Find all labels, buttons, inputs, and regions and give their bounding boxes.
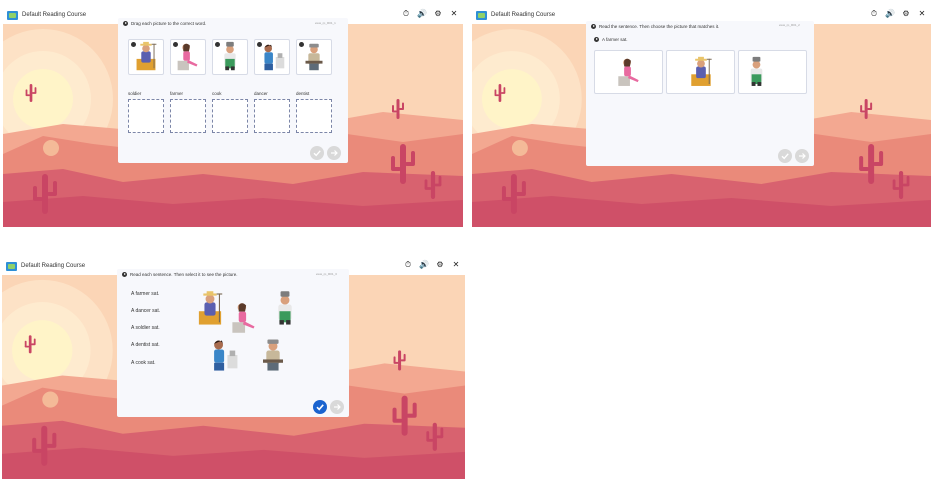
- word-label: dancer: [254, 91, 268, 96]
- activity-panel: Drag each picture to the correct word. e…: [118, 18, 348, 163]
- dancer-illustration: [618, 58, 639, 86]
- speaker-icon[interactable]: [122, 272, 127, 277]
- picture-card-farmer[interactable]: [128, 39, 164, 75]
- volume-icon[interactable]: 🔊: [419, 260, 429, 270]
- picture-card-dentist[interactable]: [254, 39, 290, 75]
- speaker-icon[interactable]: [173, 42, 178, 47]
- screen-select-sentence: Default Reading Course ⏱ 🔊 ⚙ ✕ Read each…: [2, 257, 465, 479]
- picture-card-soldier[interactable]: [296, 39, 332, 75]
- next-arrow-icon: [799, 153, 806, 159]
- next-arrow-icon: [331, 150, 338, 156]
- settings-gear-icon[interactable]: ⚙: [435, 260, 445, 270]
- sentence-option[interactable]: A dancer sat.: [131, 308, 160, 314]
- dancer-illustration: [232, 303, 255, 333]
- check-answer-button[interactable]: [313, 400, 327, 414]
- speaker-icon[interactable]: [215, 42, 220, 47]
- speaker-icon[interactable]: [123, 21, 128, 26]
- drop-zone[interactable]: [170, 99, 206, 133]
- speaker-icon[interactable]: [131, 42, 136, 47]
- cook-illustration: [750, 56, 763, 86]
- timer-icon[interactable]: ⏱: [401, 9, 411, 19]
- settings-gear-icon[interactable]: ⚙: [901, 9, 911, 19]
- instruction-text: Drag each picture to the correct word.: [131, 21, 207, 26]
- course-logo: [7, 10, 18, 20]
- instruction-text: Read each sentence. Then select it to se…: [130, 272, 238, 277]
- course-logo: [476, 10, 487, 20]
- speaker-icon[interactable]: [594, 37, 599, 42]
- next-arrow-icon: [334, 404, 341, 410]
- instruction-text: Read the sentence. Then choose the pictu…: [599, 24, 720, 29]
- sentence-option[interactable]: A soldier sat.: [131, 325, 160, 331]
- item-code: eww_rp_R01_2: [779, 23, 800, 27]
- speaker-icon[interactable]: [257, 42, 262, 47]
- timer-icon[interactable]: ⏱: [869, 9, 879, 19]
- sentence-option[interactable]: A farmer sat.: [131, 291, 159, 297]
- screen-drag-activity: Default Reading Course ⏱ 🔊 ⚙ ✕ Drag each…: [3, 6, 463, 227]
- farmer-illustration: [691, 56, 712, 86]
- picture-card-dancer[interactable]: [170, 39, 206, 75]
- sentence-text: A farmer sat.: [602, 37, 628, 42]
- word-label: farmer: [170, 91, 184, 96]
- course-title: Default Reading Course: [21, 263, 86, 269]
- close-icon[interactable]: ✕: [451, 260, 461, 270]
- check-icon: [316, 404, 324, 411]
- drop-zone[interactable]: [212, 99, 248, 133]
- volume-icon[interactable]: 🔊: [885, 9, 895, 19]
- picture-card-cook[interactable]: [212, 39, 248, 75]
- drop-zone[interactable]: [128, 99, 164, 133]
- word-label: dentist: [296, 91, 310, 96]
- instruction-row: Drag each picture to the correct word.: [123, 21, 206, 26]
- activity-panel: Read each sentence. Then select it to se…: [117, 269, 349, 417]
- volume-icon[interactable]: 🔊: [417, 9, 427, 19]
- next-button[interactable]: [330, 400, 344, 414]
- close-icon[interactable]: ✕: [449, 9, 459, 19]
- speaker-icon[interactable]: [299, 42, 304, 47]
- close-icon[interactable]: ✕: [917, 9, 927, 19]
- sentence-option[interactable]: A dentist sat.: [131, 342, 160, 348]
- drop-zone[interactable]: [254, 99, 290, 133]
- dentist-illustration: [214, 340, 238, 371]
- word-label: soldier: [128, 91, 142, 96]
- course-title: Default Reading Course: [491, 12, 556, 18]
- course-title: Default Reading Course: [22, 12, 87, 18]
- sentence-option[interactable]: A cook sat.: [131, 360, 155, 366]
- activity-panel: Read the sentence. Then choose the pictu…: [586, 21, 814, 166]
- check-answer-button[interactable]: [778, 149, 792, 163]
- word-label: cook: [212, 91, 222, 96]
- soldier-illustration: [263, 339, 283, 371]
- next-button[interactable]: [327, 146, 341, 160]
- check-answer-button[interactable]: [310, 146, 324, 160]
- speaker-icon[interactable]: [591, 24, 596, 29]
- sentence-row: A farmer sat.: [594, 37, 628, 42]
- choice-card-farmer[interactable]: [666, 50, 735, 94]
- settings-gear-icon[interactable]: ⚙: [433, 9, 443, 19]
- check-icon: [313, 150, 321, 157]
- course-logo: [6, 261, 17, 271]
- instruction-row: Read the sentence. Then choose the pictu…: [591, 24, 719, 29]
- instruction-row: Read each sentence. Then select it to se…: [122, 272, 237, 277]
- check-icon: [781, 153, 789, 160]
- farmer-illustration: [198, 291, 223, 325]
- screen-choose-picture: Default Reading Course ⏱ 🔊 ⚙ ✕ Read the …: [472, 6, 931, 227]
- next-button[interactable]: [795, 149, 809, 163]
- timer-icon[interactable]: ⏱: [403, 260, 413, 270]
- cook-illustration: [278, 291, 292, 325]
- choice-card-cook[interactable]: [738, 50, 807, 94]
- item-code: eww_rp_R01_3: [316, 272, 337, 276]
- choice-card-dancer[interactable]: [594, 50, 663, 94]
- drop-zone[interactable]: [296, 99, 332, 133]
- item-code: eww_rp_R01_1: [315, 21, 336, 25]
